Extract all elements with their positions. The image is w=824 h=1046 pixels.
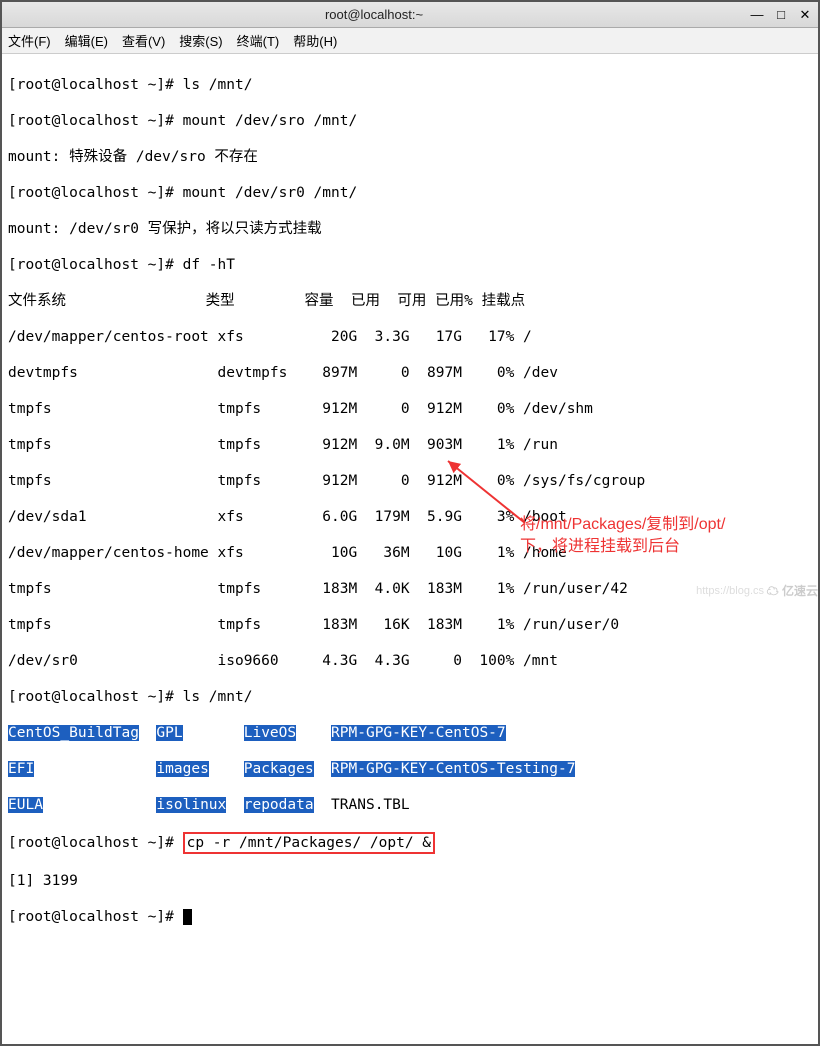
ls-item: CentOS_BuildTag: [8, 725, 139, 741]
titlebar: root@localhost:~ — □ ✕: [2, 2, 818, 28]
ls-item: EULA: [8, 797, 43, 813]
ls-item: GPL: [156, 725, 182, 741]
menu-edit[interactable]: 编辑(E): [65, 31, 108, 50]
ls-row: EULA isolinux repodata TRANS.TBL: [8, 796, 812, 814]
df-row: tmpfs tmpfs 183M 4.0K 183M 1% /run/user/…: [8, 580, 812, 598]
df-row: devtmpfs devtmpfs 897M 0 897M 0% /dev: [8, 364, 812, 382]
logo-icon: ☁ 亿速云: [767, 582, 818, 599]
df-row: tmpfs tmpfs 912M 0 912M 0% /sys/fs/cgrou…: [8, 472, 812, 490]
ls-item: repodata: [244, 797, 314, 813]
menu-help[interactable]: 帮助(H): [293, 31, 337, 50]
term-line: mount: /dev/sr0 写保护，将以只读方式挂载: [8, 220, 812, 238]
menu-file[interactable]: 文件(F): [8, 31, 51, 50]
term-line: [root@localhost ~]# ls /mnt/: [8, 688, 812, 706]
term-line: [root@localhost ~]# df -hT: [8, 256, 812, 274]
term-line: [root@localhost ~]# mount /dev/sro /mnt/: [8, 112, 812, 130]
term-line: [root@localhost ~]# ls /mnt/: [8, 76, 812, 94]
term-line: [root@localhost ~]#: [8, 908, 812, 926]
highlighted-command: cp -r /mnt/Packages/ /opt/ &: [183, 832, 435, 854]
df-row: tmpfs tmpfs 912M 0 912M 0% /dev/shm: [8, 400, 812, 418]
menubar: 文件(F) 编辑(E) 查看(V) 搜索(S) 终端(T) 帮助(H): [2, 28, 818, 54]
ls-row: CentOS_BuildTag GPL LiveOS RPM-GPG-KEY-C…: [8, 724, 812, 742]
ls-item: Packages: [244, 761, 314, 777]
ls-item: images: [156, 761, 208, 777]
df-header: 文件系统 类型 容量 已用 可用 已用% 挂载点: [8, 292, 812, 310]
term-line: [root@localhost ~]# mount /dev/sr0 /mnt/: [8, 184, 812, 202]
ls-item: EFI: [8, 761, 34, 777]
menu-view[interactable]: 查看(V): [122, 31, 165, 50]
df-row: /dev/mapper/centos-root xfs 20G 3.3G 17G…: [8, 328, 812, 346]
term-line: mount: 特殊设备 /dev/sro 不存在: [8, 148, 812, 166]
ls-row: EFI images Packages RPM-GPG-KEY-CentOS-T…: [8, 760, 812, 778]
term-line: [root@localhost ~]# cp -r /mnt/Packages/…: [8, 832, 812, 854]
term-line: [1] 3199: [8, 872, 812, 890]
window-title: root@localhost:~: [8, 7, 740, 22]
minimize-button[interactable]: —: [750, 8, 764, 22]
maximize-button[interactable]: □: [774, 8, 788, 22]
ls-item: RPM-GPG-KEY-CentOS-Testing-7: [331, 761, 575, 777]
cursor: [183, 909, 192, 925]
menu-search[interactable]: 搜索(S): [179, 31, 222, 50]
ls-item: isolinux: [156, 797, 226, 813]
df-row: /dev/sr0 iso9660 4.3G 4.3G 0 100% /mnt: [8, 652, 812, 670]
ls-item: LiveOS: [244, 725, 296, 741]
ls-item: RPM-GPG-KEY-CentOS-7: [331, 725, 506, 741]
annotation-text: 将/mnt/Packages/复制到/opt/ 下，将进程挂载到后台: [520, 514, 725, 558]
menu-terminal[interactable]: 终端(T): [237, 31, 280, 50]
df-row: tmpfs tmpfs 183M 16K 183M 1% /run/user/0: [8, 616, 812, 634]
watermark: https://blog.cs: [696, 585, 764, 597]
df-row: tmpfs tmpfs 912M 9.0M 903M 1% /run: [8, 436, 812, 454]
ls-item: TRANS.TBL: [331, 797, 410, 813]
close-button[interactable]: ✕: [798, 8, 812, 22]
